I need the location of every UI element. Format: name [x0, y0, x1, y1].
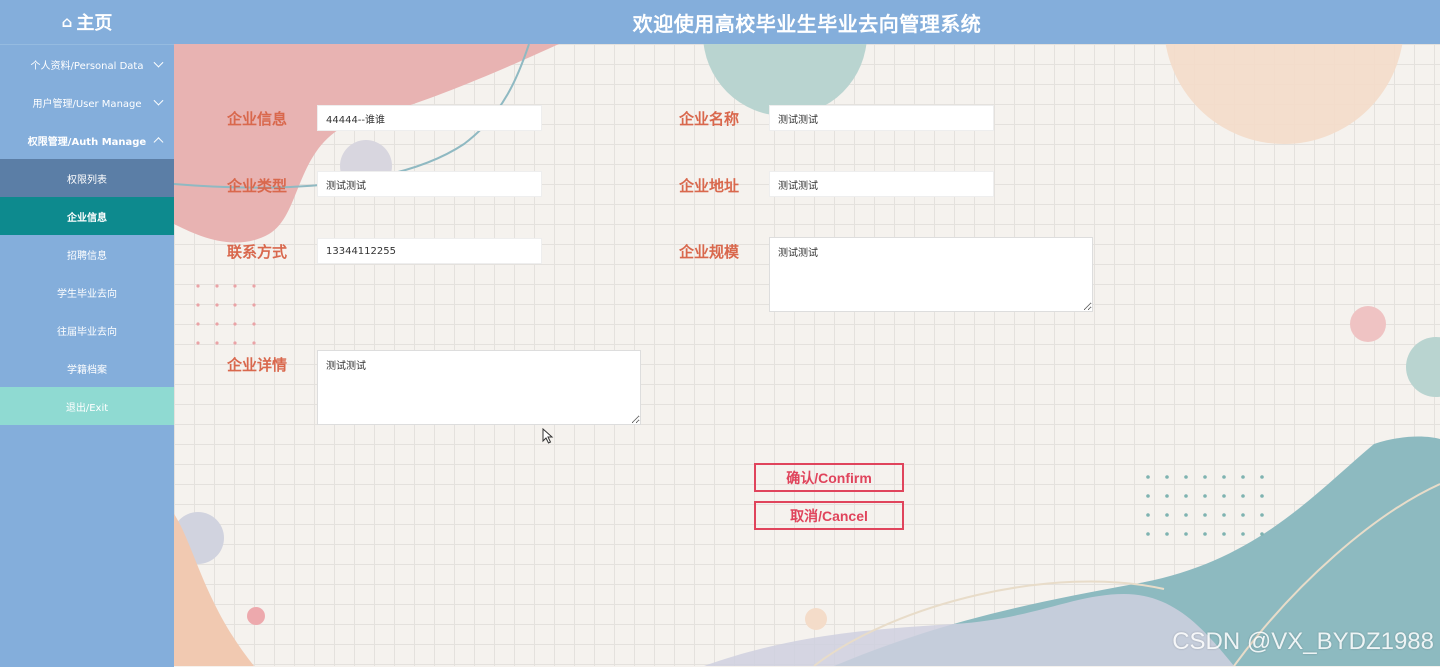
sidebar-subitem-label: 企业信息 — [67, 212, 107, 224]
sidebar-subitem-student-destination[interactable]: 学生毕业去向 — [0, 273, 174, 311]
watermark: CSDN @VX_BYDZ1988 — [1172, 628, 1434, 655]
sidebar-item-personal-data[interactable]: 个人资料/Personal Data — [0, 45, 174, 83]
sidebar-item-label: 个人资料/Personal Data — [30, 60, 144, 72]
home-link[interactable]: ⌂ 主页 — [0, 0, 174, 44]
company-scale-label: 企业规模 — [679, 243, 740, 261]
company-name-input[interactable] — [769, 105, 994, 131]
confirm-button[interactable]: 确认/Confirm — [754, 463, 904, 492]
contact-label: 联系方式 — [227, 243, 288, 261]
sidebar-exit-button[interactable]: 退出/Exit — [0, 387, 174, 425]
sidebar-subitem-label: 学籍档案 — [67, 364, 107, 376]
company-detail-textarea[interactable]: 测试测试 — [317, 350, 641, 425]
sidebar-exit-label: 退出/Exit — [65, 402, 109, 414]
sidebar-subitem-permission-list[interactable]: 权限列表 — [0, 159, 174, 197]
sidebar-item-auth-manage[interactable]: 权限管理/Auth Manage — [0, 121, 174, 159]
chevron-down-icon — [153, 95, 164, 106]
company-name-label: 企业名称 — [679, 110, 740, 128]
company-address-label: 企业地址 — [679, 177, 740, 195]
sidebar-subitem-recruitment-info[interactable]: 招聘信息 — [0, 235, 174, 273]
sidebar-item-label: 用户管理/User Manage — [32, 98, 142, 110]
main-content: 企业信息 企业名称 企业类型 企业地址 联系方式 企业规模 测试测试 企业详情 … — [174, 44, 1440, 666]
mouse-cursor-icon — [542, 428, 554, 444]
sidebar-subitem-label: 学生毕业去向 — [57, 288, 117, 300]
chevron-up-icon — [153, 137, 164, 148]
sidebar-subitem-label: 权限列表 — [67, 174, 107, 186]
sidebar-item-user-manage[interactable]: 用户管理/User Manage — [0, 83, 174, 121]
page-title: 欢迎使用高校毕业生毕业去向管理系统 — [632, 11, 982, 36]
company-info-input[interactable] — [317, 105, 542, 131]
sidebar-subitem-previous-destination[interactable]: 往届毕业去向 — [0, 311, 174, 349]
home-label: 主页 — [76, 13, 113, 34]
sidebar-subitem-company-info[interactable]: 企业信息 — [0, 197, 174, 235]
home-icon: ⌂ — [61, 13, 73, 31]
company-scale-textarea[interactable]: 测试测试 — [769, 237, 1093, 312]
company-info-label: 企业信息 — [227, 110, 288, 128]
company-address-input[interactable] — [769, 171, 994, 197]
sidebar-subitem-student-records[interactable]: 学籍档案 — [0, 349, 174, 387]
company-type-label: 企业类型 — [227, 177, 288, 195]
sidebar-subitem-label: 往届毕业去向 — [57, 326, 117, 338]
sidebar-subitem-label: 招聘信息 — [67, 250, 107, 262]
sidebar-item-label: 权限管理/Auth Manage — [27, 136, 147, 148]
company-detail-label: 企业详情 — [227, 356, 288, 374]
company-type-input[interactable] — [317, 171, 542, 197]
chevron-down-icon — [153, 57, 164, 68]
top-header: ⌂ 主页 欢迎使用高校毕业生毕业去向管理系统 — [0, 0, 1440, 44]
contact-input[interactable] — [317, 238, 542, 264]
sidebar: 个人资料/Personal Data 用户管理/User Manage 权限管理… — [0, 44, 174, 667]
cancel-button[interactable]: 取消/Cancel — [754, 501, 904, 530]
